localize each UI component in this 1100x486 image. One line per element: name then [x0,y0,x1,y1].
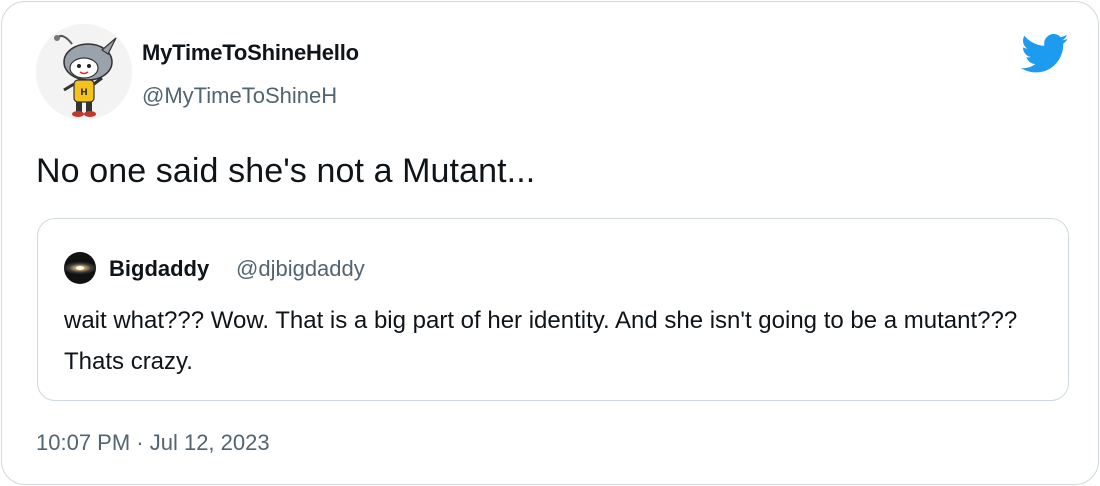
cartoon-character-avatar-icon: H [36,24,132,120]
author-avatar[interactable]: H [36,24,132,120]
svg-text:H: H [80,88,88,98]
quoted-author-handle[interactable]: @djbigdaddy [236,256,365,282]
quoted-tweet-text: wait what??? Wow. That is a big part of … [64,307,1018,375]
tweet-card[interactable]: H MyTimeToShineHello @MyTimeToShineH No … [1,1,1099,485]
quoted-tweet[interactable]: Bigdaddy @djbigdaddy wait what??? Wow. T… [37,218,1069,401]
twitter-bird-icon[interactable] [1021,34,1069,74]
author-display-name[interactable]: MyTimeToShineHello [142,40,359,66]
quoted-author-avatar[interactable] [64,252,96,284]
galaxy-avatar-icon [64,252,96,284]
tweet-timestamp[interactable]: 10:07 PM · Jul 12, 2023 [36,430,270,456]
tweet-text: No one said she's not a Mutant... [36,152,536,190]
quoted-author-display-name[interactable]: Bigdaddy [109,256,209,282]
author-handle[interactable]: @MyTimeToShineH [142,83,337,109]
